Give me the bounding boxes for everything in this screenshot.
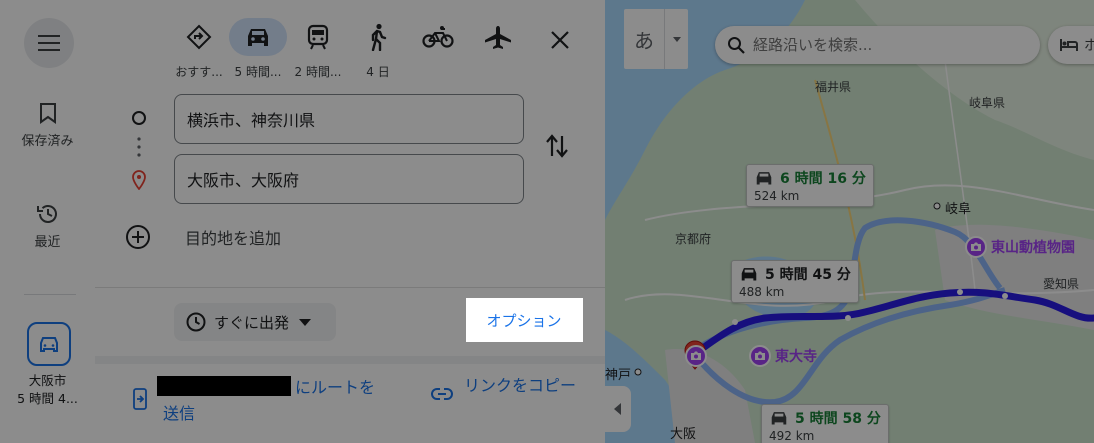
send-to-device-icon	[133, 388, 147, 410]
recent-label: 最近	[34, 235, 61, 250]
link-icon[interactable]	[431, 388, 453, 400]
mode-best-label: おすす...	[175, 65, 223, 79]
add-circle-icon	[126, 225, 150, 249]
history-icon	[36, 205, 57, 223]
map-view[interactable]: 福井県 岐阜県 岐阜 京都府 愛知県 大阪 神戸 東大寺 東山動植物園 6 時間…	[605, 0, 1094, 443]
camera-icon	[755, 351, 765, 360]
collapse-panel-button[interactable]	[605, 386, 631, 432]
route-2-distance: 488 km	[739, 285, 785, 299]
ime-dropdown[interactable]	[665, 36, 688, 42]
car-icon	[771, 412, 787, 425]
label-kobe: 神戸	[605, 368, 632, 383]
mode-best[interactable]: おすす...	[169, 18, 229, 80]
send-route-label: にルートを	[295, 378, 376, 397]
route-3-distance: 492 km	[769, 429, 815, 443]
depart-time-label: すぐに出発	[214, 313, 290, 332]
recent-button[interactable]: 最近	[0, 203, 95, 250]
mode-flight[interactable]	[468, 18, 528, 56]
car-icon	[248, 29, 268, 46]
section-divider	[95, 356, 605, 364]
route-3-time: 5 時間 58 分	[795, 411, 881, 427]
search-icon	[728, 37, 745, 54]
directions-diamond-icon	[186, 24, 212, 50]
mode-driving[interactable]: 5 時間...	[228, 18, 288, 80]
redacted-device-name	[157, 376, 291, 396]
route-callout-1[interactable]: 6 時間 16 分 524 km	[746, 164, 874, 207]
label-kyoto: 京都府	[675, 232, 712, 246]
mode-cycling[interactable]	[408, 18, 468, 56]
label-aichi: 愛知県	[1043, 277, 1080, 291]
panel-divider	[95, 287, 605, 288]
origin-field[interactable]: 横浜市、神奈川県	[174, 94, 524, 144]
poi-todaiji[interactable]: 東大寺	[749, 345, 817, 367]
route-dots-icon	[137, 137, 141, 157]
close-directions-button[interactable]	[542, 22, 578, 58]
poi-higashiyama[interactable]: 東山動植物園	[965, 236, 1075, 258]
rail-divider	[24, 294, 76, 295]
copy-link-button[interactable]: リンクをコピー	[464, 374, 584, 398]
destination-field[interactable]: 大阪市、大阪府	[174, 154, 524, 204]
origin-circle-icon	[132, 111, 146, 125]
airplane-icon	[485, 26, 511, 49]
add-destination-button[interactable]: 目的地を追加	[125, 224, 281, 250]
bed-icon	[1060, 39, 1078, 51]
add-destination-label: 目的地を追加	[185, 229, 282, 248]
recent-route-text[interactable]: 大阪市 5 時間 4...	[0, 372, 95, 408]
route-callout-3[interactable]: 5 時間 58 分 492 km	[761, 404, 889, 443]
search-input[interactable]	[753, 36, 1013, 54]
walk-icon	[371, 23, 387, 51]
poi-nara-park[interactable]	[685, 345, 711, 367]
car-icon	[40, 337, 58, 352]
saved-label: 保存済み	[21, 134, 74, 149]
recent-route-duration: 5 時間 4...	[17, 391, 78, 406]
close-icon	[551, 31, 569, 49]
poi-higashiyama-label: 東山動植物園	[991, 240, 1075, 256]
dropdown-arrow-icon	[299, 318, 312, 326]
car-icon	[756, 172, 772, 185]
bookmark-icon	[39, 103, 56, 124]
hotel-chip[interactable]: ホ	[1048, 26, 1094, 64]
route-callout-2[interactable]: 5 時間 45 分 488 km	[731, 260, 859, 303]
label-gifu-city: 岐阜	[945, 202, 972, 217]
recent-route-card[interactable]	[27, 322, 71, 366]
clock-icon	[186, 312, 206, 332]
recent-route-destination: 大阪市	[28, 373, 67, 388]
poi-todaiji-label: 東大寺	[775, 349, 817, 365]
route-1-distance: 524 km	[754, 189, 800, 203]
saved-button[interactable]: 保存済み	[0, 102, 95, 149]
train-icon	[307, 24, 329, 50]
route-1-time: 6 時間 16 分	[780, 171, 866, 187]
swap-vertical-icon	[546, 134, 568, 158]
label-osaka: 大阪	[670, 427, 697, 442]
camera-icon	[691, 351, 701, 360]
mode-transit[interactable]: 2 時間...	[288, 18, 348, 80]
mode-driving-label: 5 時間...	[234, 65, 282, 79]
car-icon	[741, 268, 757, 281]
menu-button[interactable]	[24, 18, 74, 68]
hotel-chip-label: ホ	[1084, 38, 1094, 54]
destination-pin-icon	[132, 170, 146, 190]
label-gifu-pref: 岐阜県	[969, 96, 1006, 110]
ime-char: あ	[634, 28, 654, 53]
mode-walking[interactable]: 4 日	[348, 18, 408, 80]
hamburger-menu-icon	[38, 35, 60, 51]
label-fukui: 福井県	[815, 80, 852, 94]
dropdown-arrow-icon	[672, 36, 681, 42]
depart-time-button[interactable]: すぐに出発	[174, 303, 336, 341]
search-along-route[interactable]	[715, 26, 1040, 64]
send-route-label-line2: 送信	[163, 404, 196, 423]
left-rail: 保存済み 最近 大阪市 5 時間 4...	[0, 0, 95, 443]
route-2-time: 5 時間 45 分	[765, 267, 851, 283]
chevron-left-icon	[614, 403, 621, 415]
ime-toggle[interactable]: あ	[624, 9, 688, 69]
mode-walking-label: 4 日	[366, 65, 390, 79]
mode-transit-label: 2 時間...	[294, 65, 342, 79]
swap-route-button[interactable]	[545, 132, 569, 164]
camera-icon	[971, 242, 981, 251]
options-button[interactable]: オプション	[466, 299, 582, 341]
bicycle-icon	[422, 26, 454, 48]
travel-mode-row: おすす... 5 時間... 2 時間... 4 日	[95, 18, 605, 80]
directions-panel: おすす... 5 時間... 2 時間... 4 日 横浜市、神奈川県 大阪市、…	[95, 0, 605, 443]
